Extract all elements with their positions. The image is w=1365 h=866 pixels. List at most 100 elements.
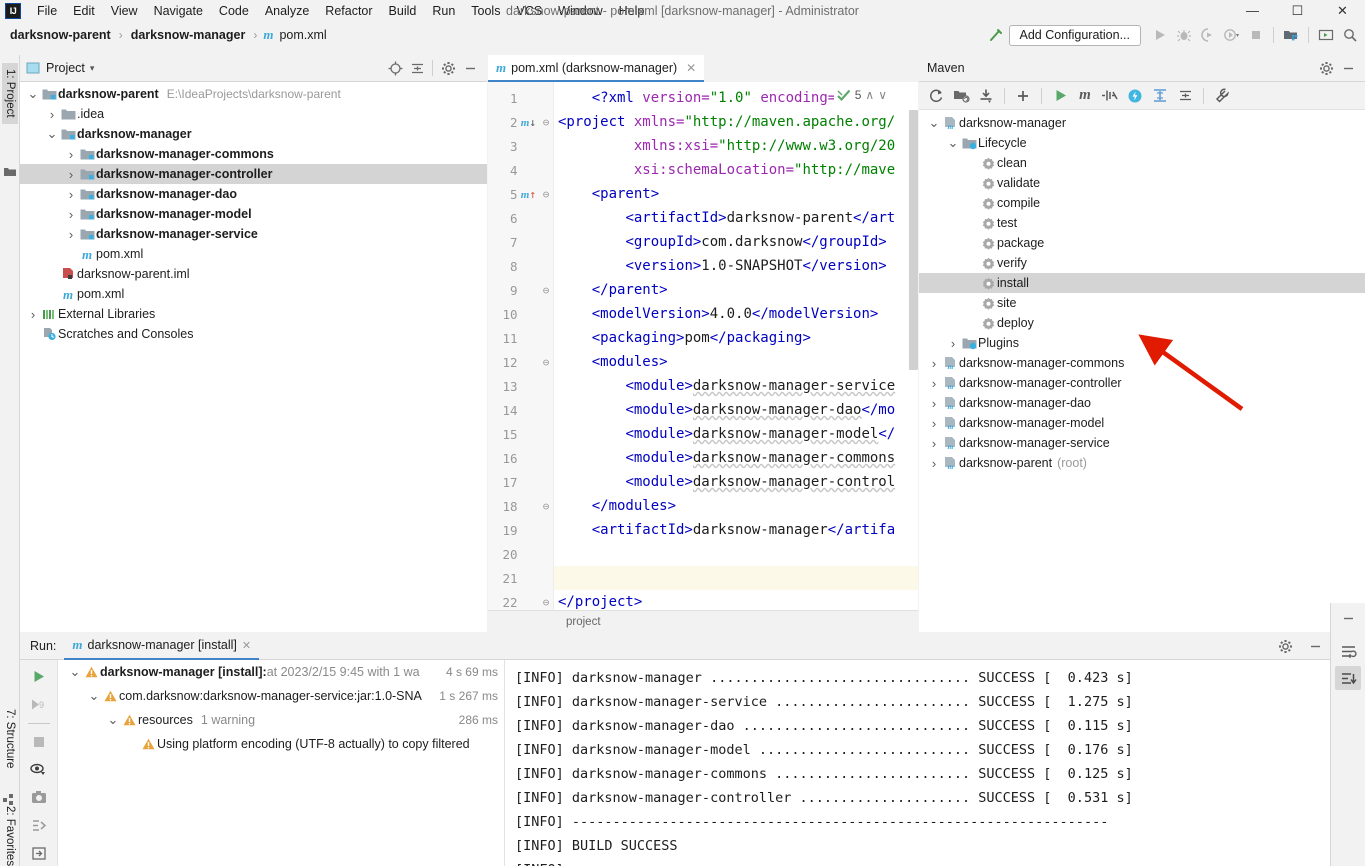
chevron-down-icon[interactable]: ⌄ <box>946 140 960 146</box>
menu-run[interactable]: Run <box>424 1 463 21</box>
chevron-right-icon[interactable]: › <box>64 147 78 162</box>
rerun-failed-icon[interactable]: 9 <box>25 692 53 718</box>
menu-code[interactable]: Code <box>211 1 257 21</box>
gear-icon[interactable] <box>1274 635 1296 657</box>
soft-wrap-icon[interactable] <box>1335 639 1361 663</box>
maven-tree[interactable]: ⌄mdarksnow-manager⌄Lifecyclecleanvalidat… <box>919 110 1365 632</box>
code-line[interactable]: <parent> <box>554 182 918 206</box>
gutter-row[interactable]: 9⊖ <box>488 278 553 302</box>
menu-edit[interactable]: Edit <box>65 1 103 21</box>
menu-navigate[interactable]: Navigate <box>146 1 211 21</box>
sidebar-tab-project[interactable]: 1: Project <box>2 63 18 124</box>
run-tab-darksnow-manager-install[interactable]: m darksnow-manager [install] ✕ <box>64 633 259 660</box>
run-output-row[interactable]: ⌄darksnow-manager [install]: at 2023/2/1… <box>58 660 504 684</box>
chevron-right-icon[interactable]: › <box>64 187 78 202</box>
breadcrumb-pom-xml[interactable]: pom.xml <box>277 28 328 42</box>
maven-tree-item[interactable]: validate <box>919 173 1365 193</box>
scroll-to-end-icon[interactable] <box>1335 666 1361 690</box>
menu-window[interactable]: Window <box>550 1 610 21</box>
gutter-row[interactable]: 5m↑⊖ <box>488 182 553 206</box>
gutter-row[interactable]: 10 <box>488 302 553 326</box>
maven-navigate-icon[interactable]: m↑ <box>518 188 540 201</box>
code-line[interactable]: <groupId>com.darksnow</groupId> <box>554 230 918 254</box>
project-tree-item[interactable]: ›darksnow-manager-commons <box>20 144 487 164</box>
maven-tree-item[interactable]: ›mdarksnow-manager-controller <box>919 373 1365 393</box>
fold-toggle-icon[interactable]: ⊖ <box>539 596 553 609</box>
debug-icon[interactable] <box>1173 24 1195 46</box>
stop-icon[interactable] <box>25 729 53 755</box>
code-line[interactable]: </project> <box>554 590 918 610</box>
build-hammer-icon[interactable] <box>985 24 1007 46</box>
maven-tree-item[interactable]: ⌄mdarksnow-manager <box>919 113 1365 133</box>
inspection-widget[interactable]: 5 ∧ ∨ <box>834 87 890 103</box>
menu-help[interactable]: Help <box>611 1 653 21</box>
gutter-row[interactable]: 4 <box>488 158 553 182</box>
project-tree-item[interactable]: ⌄darksnow-parentE:\IdeaProjects\darksnow… <box>20 84 487 104</box>
sidebar-tab-structure[interactable]: 7: Structure <box>2 703 18 774</box>
export-icon[interactable] <box>25 840 53 866</box>
project-tree-item[interactable]: ›darksnow-manager-model <box>20 204 487 224</box>
menu-analyze[interactable]: Analyze <box>257 1 317 21</box>
chevron-right-icon[interactable]: › <box>927 416 941 431</box>
code-content[interactable]: <?xml version="1.0" encoding="U<project … <box>554 82 918 610</box>
gutter-row[interactable]: 3 <box>488 134 553 158</box>
screenshot-icon[interactable] <box>25 784 53 810</box>
maven-tree-item[interactable]: ›Plugins <box>919 333 1365 353</box>
execute-goal-icon[interactable] <box>1124 85 1146 107</box>
project-tree-item[interactable]: mpom.xml <box>20 244 487 264</box>
maven-navigate-icon[interactable]: m↓ <box>518 116 540 129</box>
gutter-row[interactable]: 14 <box>488 398 553 422</box>
code-line[interactable]: <artifactId>darksnow-manager</artifa <box>554 518 918 542</box>
maven-tree-item[interactable]: deploy <box>919 313 1365 333</box>
menu-tools[interactable]: Tools <box>463 1 508 21</box>
maven-tree-item[interactable]: install <box>919 273 1365 293</box>
editor-tab-pom-xml[interactable]: m pom.xml (darksnow-manager) ✕ <box>488 55 704 82</box>
gutter-row[interactable]: 20 <box>488 542 553 566</box>
chevron-right-icon[interactable]: › <box>64 227 78 242</box>
build-console-output[interactable]: [INFO] darksnow-manager ................… <box>505 660 1330 866</box>
code-line[interactable]: <modules> <box>554 350 918 374</box>
project-tree-item[interactable]: darksnow-parent.iml <box>20 264 487 284</box>
menu-bar[interactable]: File Edit View Navigate Code Analyze Ref… <box>29 1 652 21</box>
fold-toggle-icon[interactable]: ⊖ <box>539 500 553 513</box>
download-sources-icon[interactable] <box>975 85 997 107</box>
project-tree-item[interactable]: ›darksnow-manager-dao <box>20 184 487 204</box>
project-tree-item[interactable]: ›.idea <box>20 104 487 124</box>
maven-tree-item[interactable]: ⌄Lifecycle <box>919 133 1365 153</box>
maven-tree-item[interactable]: ›mdarksnow-manager-dao <box>919 393 1365 413</box>
gutter-row[interactable]: 15 <box>488 422 553 446</box>
menu-file[interactable]: File <box>29 1 65 21</box>
project-tree-item[interactable]: ›darksnow-manager-service <box>20 224 487 244</box>
run-output-row[interactable]: ⌄resources1 warning286 ms <box>58 708 504 732</box>
code-line[interactable]: <module>darksnow-manager-commons <box>554 446 918 470</box>
project-tree-item[interactable]: mpom.xml <box>20 284 487 304</box>
fold-toggle-icon[interactable]: ⊖ <box>539 116 553 129</box>
terminal-icon[interactable] <box>1315 24 1337 46</box>
code-line[interactable] <box>554 566 918 590</box>
code-line[interactable]: <module>darksnow-manager-service <box>554 374 918 398</box>
project-tree-item[interactable]: ⌄darksnow-manager <box>20 124 487 144</box>
project-tree-item[interactable]: ›darksnow-manager-controller <box>20 164 487 184</box>
prev-problem-icon[interactable]: ∧ <box>865 88 874 102</box>
menu-refactor[interactable]: Refactor <box>317 1 380 21</box>
settings-wrench-icon[interactable] <box>1211 85 1233 107</box>
chevron-down-icon[interactable]: ⌄ <box>927 120 941 126</box>
skip-tests-icon[interactable] <box>1099 85 1121 107</box>
chevron-down-icon[interactable]: ⌄ <box>45 131 59 137</box>
gear-icon[interactable] <box>437 57 459 79</box>
chevron-right-icon[interactable]: › <box>946 336 960 351</box>
chevron-right-icon[interactable]: › <box>64 167 78 182</box>
breadcrumb-darksnow-manager[interactable]: darksnow-manager <box>129 28 248 42</box>
run-output-row[interactable]: Using platform encoding (UTF-8 actually)… <box>58 732 504 756</box>
chevron-right-icon[interactable]: › <box>45 107 59 122</box>
fold-toggle-icon[interactable]: ⊖ <box>539 284 553 297</box>
code-line[interactable] <box>554 542 918 566</box>
code-line[interactable]: </parent> <box>554 278 918 302</box>
menu-build[interactable]: Build <box>381 1 425 21</box>
reload-all-icon[interactable] <box>925 85 947 107</box>
maven-tree-item[interactable]: verify <box>919 253 1365 273</box>
hide-icon[interactable] <box>1304 635 1326 657</box>
gutter-row[interactable]: 11 <box>488 326 553 350</box>
maven-tree-item[interactable]: ›mdarksnow-manager-model <box>919 413 1365 433</box>
gutter-row[interactable]: 6 <box>488 206 553 230</box>
